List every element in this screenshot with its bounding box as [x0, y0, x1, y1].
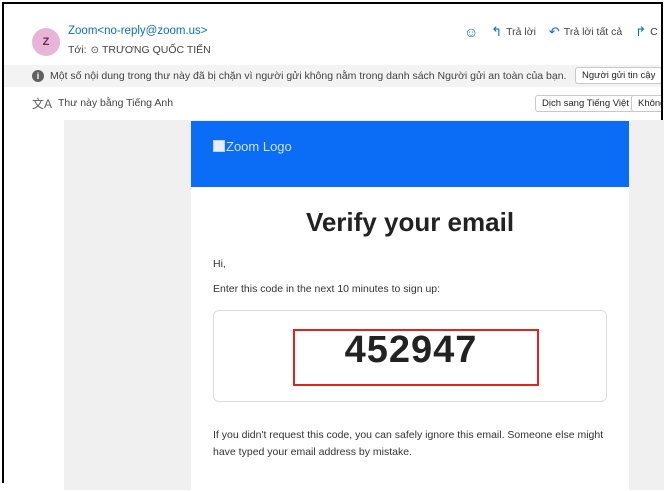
- blocked-content-banner: i Một số nội dung trong thư này đã bị ch…: [4, 65, 661, 87]
- zoom-header-bar: Zoom Logo: [191, 121, 629, 187]
- email-card: Zoom Logo Verify your email Hi, Enter th…: [191, 121, 629, 491]
- logo-alt-text: Zoom Logo: [226, 139, 292, 154]
- reply-icon[interactable]: ↰: [491, 24, 502, 40]
- footer-text: If you didn't request this code, you can…: [213, 429, 604, 458]
- translate-banner: 文A Thư này bằng Tiếng Anh Dịch sang Tiến…: [4, 92, 661, 114]
- trusted-sender-button[interactable]: Người gửi tin cậy: [575, 67, 661, 84]
- recipient-name[interactable]: TRƯƠNG QUỐC TIẾN: [102, 44, 211, 56]
- info-icon: i: [32, 70, 44, 82]
- zoom-logo-image: Zoom Logo: [213, 139, 292, 155]
- translate-button[interactable]: Dịch sang Tiếng Việt: [535, 95, 636, 112]
- sender-from[interactable]: Zoom<no-reply@zoom.us>: [68, 25, 208, 37]
- reply-all-button[interactable]: Trả lời tất cả: [564, 26, 622, 38]
- person-circle-icon: ⊙: [90, 45, 99, 56]
- sender-avatar: Z: [32, 28, 60, 56]
- translate-text: Thư này bằng Tiếng Anh: [58, 97, 174, 109]
- greeting: Hi,: [213, 258, 226, 270]
- reply-button[interactable]: Trả lời: [506, 26, 536, 38]
- broken-image-icon: [213, 140, 225, 152]
- message-header: Z Zoom<no-reply@zoom.us> Tới: ⊙ TRƯƠNG QUỐ…: [4, 4, 661, 64]
- smiley-icon[interactable]: ☺: [464, 24, 478, 40]
- reply-all-icon[interactable]: ↶: [549, 24, 560, 40]
- email-title: Verify your email: [305, 207, 515, 237]
- blocked-content-text: Một số nội dung trong thư này đã bị chặn…: [50, 70, 567, 82]
- code-highlight-annotation: [293, 329, 539, 386]
- instruction-text: Enter this code in the next 10 minutes t…: [213, 283, 441, 295]
- forward-button[interactable]: C: [650, 26, 658, 38]
- to-label: Tới:: [68, 44, 87, 56]
- never-translate-button[interactable]: Không: [631, 95, 661, 112]
- translate-icon: 文A: [32, 96, 53, 111]
- forward-icon[interactable]: ↱: [635, 24, 646, 40]
- message-actions: ☺ ↰ Trả lời ↶ Trả lời tất cả ↱ C: [464, 24, 658, 40]
- recipient-line: Tới: ⊙ TRƯƠNG QUỐC TIẾN: [68, 44, 211, 56]
